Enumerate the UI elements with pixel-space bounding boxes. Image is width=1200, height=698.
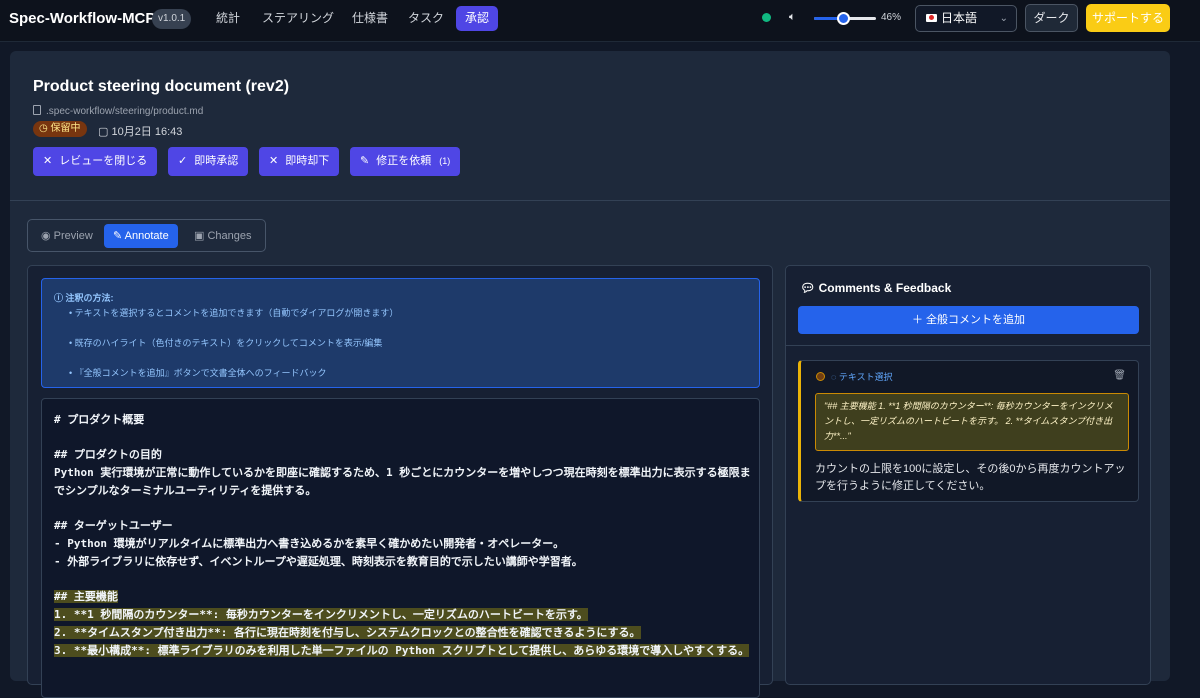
highlighted-text[interactable]: ## 主要機能 bbox=[54, 590, 118, 603]
add-general-comment-button[interactable]: ＋ 全般コメントを追加 bbox=[798, 306, 1139, 334]
document-line[interactable]: 1. **1 秒間隔のカウンター**: 毎秒カウンターをインクリメントし、一定リ… bbox=[54, 606, 588, 622]
check-icon: ✓ bbox=[178, 155, 188, 167]
clock-icon: ◷ bbox=[39, 123, 51, 134]
file-icon bbox=[33, 105, 41, 115]
request-revision-button[interactable]: ✎ 修正を依頼 (1) bbox=[350, 147, 461, 176]
document-line[interactable]: Python 実行環境が正常に動作しているかを即座に確認するため、1 秒ごとにカ… bbox=[54, 464, 751, 480]
line-text: Python 実行環境が正常に動作しているかを即座に確認するため、1 秒ごとにカ… bbox=[54, 466, 751, 479]
tab-label: Annotate bbox=[124, 230, 169, 242]
tab-changes[interactable]: ▣ Changes bbox=[185, 224, 261, 248]
info-icon: ⓘ bbox=[54, 293, 66, 303]
reject-button[interactable]: ✕ 即時却下 bbox=[259, 147, 340, 176]
theme-toggle-button[interactable]: ダーク bbox=[1025, 4, 1078, 32]
line-text: # プロダクト概要 bbox=[54, 413, 145, 426]
version-badge: v1.0.1 bbox=[152, 9, 192, 29]
button-label: 修正を依頼 bbox=[376, 155, 432, 167]
tab-annotate[interactable]: ✎ Annotate bbox=[104, 224, 178, 248]
hint-heading-text: 注釈の方法: bbox=[65, 293, 114, 303]
date-text: 10月2日 16:43 bbox=[111, 126, 183, 138]
nav-stats[interactable]: 統計 bbox=[207, 6, 249, 31]
document-line[interactable]: ## プロダクトの目的 bbox=[54, 446, 162, 462]
document-line[interactable]: 3. **最小構成**: 標準ライブラリのみを利用した単一ファイルの Pytho… bbox=[54, 642, 750, 658]
line-text: でシンプルなターミナルユーティリティを提供する。 bbox=[54, 484, 317, 497]
volume-slider[interactable] bbox=[814, 12, 876, 25]
trash-icon[interactable]: 🗑︎ bbox=[1113, 370, 1126, 381]
comments-title: 💬︎ Comments & Feedback bbox=[800, 281, 951, 295]
close-icon: ✕ bbox=[269, 155, 279, 167]
close-icon: ✕ bbox=[43, 155, 53, 167]
document-line[interactable]: - 外部ライブラリに依存せず、イベントループや遅延処理、時刻表示を教育目的で示し… bbox=[54, 553, 583, 569]
terminal-icon: ▣ bbox=[194, 230, 208, 242]
comment-type: ◌ テキスト選択 bbox=[831, 370, 893, 383]
document-line[interactable]: - Python 環境がリアルタイムに標準出力へ書き込めるかを素早く確かめたい開… bbox=[54, 535, 564, 551]
document-line[interactable]: でシンプルなターミナルユーティリティを提供する。 bbox=[54, 482, 316, 498]
comment-icon: ◌ bbox=[831, 372, 839, 382]
comments-header: 💬︎ Comments & Feedback ＋ 全般コメントを追加 bbox=[786, 266, 1150, 346]
file-path-text: .spec-workflow/steering/product.md bbox=[46, 106, 204, 117]
nav-steering[interactable]: ステアリング bbox=[253, 6, 343, 31]
comment-card[interactable]: ◌ テキスト選択 🗑︎ "## 主要機能 1. **1 秒間隔のカウンター**:… bbox=[798, 360, 1139, 502]
language-label: 日本語 bbox=[941, 11, 978, 25]
nav-tasks[interactable]: タスク bbox=[399, 6, 453, 31]
line-text: - 外部ライブラリに依存せず、イベントループや遅延処理、時刻表示を教育目的で示し… bbox=[54, 555, 583, 568]
highlighted-text[interactable]: 2. **タイムスタンプ付き出力**: 各行に現在時刻を付与し、システムクロック… bbox=[54, 626, 641, 639]
edit-icon: ✎ bbox=[360, 155, 370, 167]
tab-label: Preview bbox=[53, 230, 93, 242]
hint-bullet: • テキストを選択するとコメントを追加できます（自動でダイアログが開きます） bbox=[69, 308, 399, 318]
revision-count: (1) bbox=[439, 156, 451, 166]
line-text: ## ターゲットユーザー bbox=[54, 519, 173, 532]
language-select[interactable]: 日本語 ⌄ bbox=[915, 5, 1017, 32]
comments-panel: 💬︎ Comments & Feedback ＋ 全般コメントを追加 ◌ テキス… bbox=[785, 265, 1151, 685]
calendar-icon: ▢ bbox=[98, 126, 112, 138]
connection-status-dot bbox=[762, 13, 771, 22]
line-text: - Python 環境がリアルタイムに標準出力へ書き込めるかを素早く確かめたい開… bbox=[54, 537, 565, 550]
view-mode-tabs: ◉ Preview ✎ Annotate ▣ Changes bbox=[27, 219, 266, 252]
app-name: Spec-Workflow-MCP bbox=[9, 10, 156, 27]
comments-title-text: Comments & Feedback bbox=[818, 281, 952, 295]
file-path: .spec-workflow/steering/product.md bbox=[33, 105, 203, 117]
document-line[interactable]: # プロダクト概要 bbox=[54, 411, 144, 427]
approve-button[interactable]: ✓ 即時承認 bbox=[168, 147, 249, 176]
volume-slider-knob[interactable] bbox=[836, 12, 850, 25]
comment-icon: 💬︎ bbox=[800, 281, 819, 295]
edit-icon: ✎ bbox=[113, 230, 125, 242]
annotate-panel: ⓘ 注釈の方法: • テキストを選択するとコメントを追加できます（自動でダイアロ… bbox=[27, 265, 773, 698]
button-label: 即時却下 bbox=[285, 155, 330, 167]
volume-percent: 46% bbox=[881, 12, 902, 23]
tab-preview[interactable]: ◉ Preview bbox=[32, 224, 102, 248]
hint-bullet: • 『全般コメントを追加』ボタンで文書全体へのフィードバック bbox=[69, 368, 327, 378]
chevron-down-icon: ⌄ bbox=[999, 13, 1008, 24]
highlighted-text[interactable]: 3. **最小構成**: 標準ライブラリのみを利用した単一ファイルの Pytho… bbox=[54, 644, 750, 657]
hint-bullet: • 既存のハイライト（色付きのテキスト）をクリックしてコメントを表示/編集 bbox=[69, 338, 383, 348]
eye-icon: ◉ bbox=[41, 230, 54, 242]
comment-quote: "## 主要機能 1. **1 秒間隔のカウンター**: 毎秒カウンターをインク… bbox=[815, 393, 1129, 451]
color-dot[interactable] bbox=[816, 372, 825, 381]
approval-header: Product steering document (rev2) .spec-w… bbox=[10, 51, 1170, 201]
approval-card: Product steering document (rev2) .spec-w… bbox=[10, 51, 1170, 698]
hint-heading: ⓘ 注釈の方法: bbox=[54, 291, 114, 304]
line-text: ## プロダクトの目的 bbox=[54, 448, 162, 461]
approval-title: Product steering document (rev2) bbox=[33, 78, 290, 95]
approval-date: ▢ 10月2日 16:43 bbox=[98, 123, 182, 139]
comment-type-text: テキスト選択 bbox=[838, 372, 893, 382]
document-line[interactable]: ## ターゲットユーザー bbox=[54, 517, 173, 533]
tab-label: Changes bbox=[207, 230, 252, 242]
close-review-button[interactable]: ✕ レビューを閉じる bbox=[33, 147, 158, 176]
button-label: 即時承認 bbox=[194, 155, 239, 167]
status-badge: ◷ 保留中 bbox=[33, 121, 87, 137]
document-line[interactable]: ## 主要機能 bbox=[54, 588, 118, 604]
document-content[interactable]: # プロダクト概要 ## プロダクトの目的 Python 実行環境が正常に動作してい… bbox=[41, 398, 760, 698]
annotation-hint: ⓘ 注釈の方法: • テキストを選択するとコメントを追加できます（自動でダイアロ… bbox=[41, 278, 760, 388]
document-line[interactable]: 2. **タイムスタンプ付き出力**: 各行に現在時刻を付与し、システムクロック… bbox=[54, 624, 641, 640]
highlighted-text[interactable]: 1. **1 秒間隔のカウンター**: 毎秒カウンターをインクリメントし、一定リ… bbox=[54, 608, 588, 621]
support-button[interactable]: サポートする bbox=[1086, 4, 1170, 32]
comment-text: カウントの上限を100に設定し、その後0から再度カウントアップを行うように修正し… bbox=[815, 463, 1126, 492]
status-text: 保留中 bbox=[50, 123, 81, 134]
nav-approvals[interactable]: 承認 bbox=[456, 6, 499, 31]
top-nav-bar: Spec-Workflow-MCP v1.0.1 統計 ステアリング 仕様書 タ… bbox=[0, 0, 1200, 42]
japan-flag-icon bbox=[926, 14, 937, 22]
nav-specs[interactable]: 仕様書 bbox=[343, 6, 397, 31]
button-label: レビューを閉じる bbox=[59, 155, 148, 167]
speaker-icon[interactable]: 🔈︎ bbox=[789, 11, 796, 24]
